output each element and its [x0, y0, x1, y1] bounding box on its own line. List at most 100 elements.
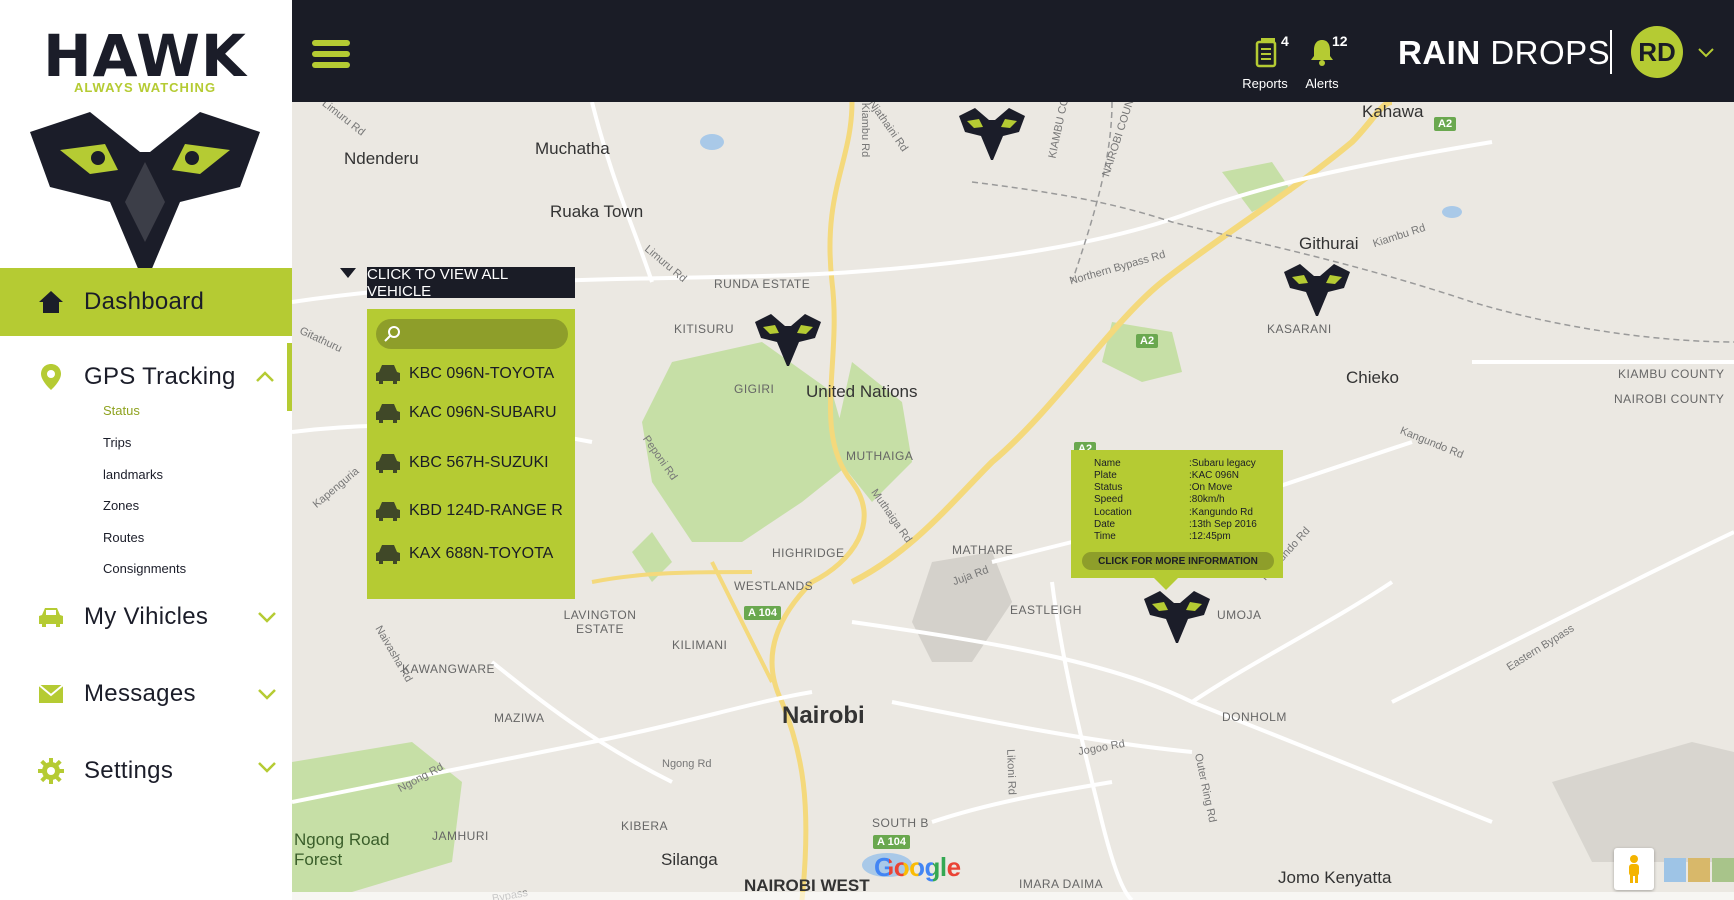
vehicle-list-item-label: KAX 688N-TOYOTA: [409, 545, 554, 562]
map-area-jamhuri: JAMHURI: [432, 829, 489, 843]
vehicle-list-item[interactable]: KBD 124D-RANGE R: [375, 496, 571, 526]
info-popup-pointer: [1154, 578, 1178, 590]
vehicle-list-item-label: KBC 096N-TOYOTA: [409, 365, 555, 382]
nav-messages[interactable]: Messages: [0, 669, 292, 719]
chevron-down-icon[interactable]: [256, 683, 278, 705]
road-shield: A 104: [744, 606, 781, 620]
hamburger-line: [312, 40, 350, 46]
reports-label: Reports: [1242, 76, 1288, 91]
info-value: :80km/h: [1189, 494, 1225, 505]
info-value: :On Move: [1189, 482, 1233, 493]
map-area-kibera: KIBERA: [621, 819, 669, 833]
map-attribution-bar: [292, 892, 1734, 900]
map-road-kiambu: Kiambu Rd: [859, 102, 872, 158]
vehicle-list-item-label: KBC 567H-SUZUKI: [409, 454, 549, 471]
map-label-chieko: Chieko: [1346, 368, 1399, 387]
nav-dashboard[interactable]: Dashboard: [0, 268, 292, 336]
map-type-toggle-icon[interactable]: [1664, 856, 1734, 884]
vehicle-list-item[interactable]: KAX 688N-TOYOTA: [375, 539, 571, 569]
reports-count-badge: 4: [1281, 33, 1289, 49]
nav-settings[interactable]: Settings: [0, 746, 292, 796]
app-root: HAWK ALWAYS WATCHING Dashboard GPS Track…: [0, 0, 1734, 900]
map-area-maziwa: MAZIWA: [494, 711, 545, 725]
road-shield: A 104: [873, 835, 910, 849]
map-label-silanga: Silanga: [661, 850, 718, 869]
vehicle-list-item-label: KAC 096N-SUBARU: [409, 404, 557, 421]
nav-my-vehicles[interactable]: My Vihicles: [0, 592, 292, 642]
hawk-logo[interactable]: HAWK ALWAYS WATCHING: [30, 22, 260, 278]
vehicle-list-item[interactable]: KAC 096N-SUBARU: [375, 398, 571, 428]
vehicle-list-item-label: KBD 124D-RANGE R: [409, 502, 563, 519]
map-view[interactable]: Ndenderu Muchatha Ruaka Town Kahawa Gith…: [292, 102, 1734, 900]
info-value: :13th Sep 2016: [1189, 519, 1257, 530]
vehicle-marker-icon[interactable]: [1142, 585, 1212, 643]
map-area-gigiri: GIGIRI: [734, 382, 775, 396]
car-icon: [376, 502, 400, 521]
map-label-ndenderu: Ndenderu: [344, 149, 419, 168]
vehicle-marker-icon[interactable]: [753, 308, 823, 366]
nav-sub-status[interactable]: Status: [103, 403, 140, 418]
search-icon: [384, 326, 400, 342]
info-key: Speed: [1094, 494, 1123, 505]
map-area-donholm: DONHOLM: [1222, 710, 1287, 724]
map-area-umoja: UMOJA: [1217, 608, 1262, 622]
map-label-nairobi: Nairobi: [782, 702, 865, 729]
map-area-kitisuru: KITISURU: [674, 322, 735, 336]
nav-sub-landmarks[interactable]: landmarks: [103, 467, 163, 482]
map-area-nairobi-county: NAIROBI COUNTY: [1614, 392, 1725, 406]
nav-dashboard-label: Dashboard: [84, 288, 205, 315]
google-logo: Google: [874, 852, 961, 883]
reports-icon: [1255, 38, 1277, 68]
envelope-icon: [38, 681, 64, 707]
vehicle-marker-icon[interactable]: [957, 102, 1027, 160]
hawk-head-icon: [30, 112, 260, 278]
nav-sub-trips[interactable]: Trips: [103, 435, 131, 450]
map-pin-icon: [38, 364, 64, 390]
map-label-githurai: Githurai: [1299, 234, 1359, 253]
info-key: Date: [1094, 519, 1116, 530]
gear-icon: [38, 758, 64, 784]
more-info-button[interactable]: CLICK FOR MORE INFORMATION: [1082, 552, 1274, 570]
caret-down-icon[interactable]: [340, 268, 356, 280]
topbar-divider: [1610, 30, 1612, 74]
map-label-kahawa: Kahawa: [1362, 102, 1424, 121]
reports-button[interactable]: 4 Reports: [1235, 30, 1295, 92]
info-key: Time: [1094, 531, 1116, 542]
info-key: Name: [1094, 458, 1121, 469]
map-area-kasarani: KASARANI: [1267, 322, 1332, 336]
view-all-vehicles-button[interactable]: CLICK TO VIEW ALL VEHICLE: [367, 266, 575, 300]
vehicle-list-item[interactable]: KBC 096N-TOYOTA: [375, 359, 571, 389]
car-icon: [376, 545, 400, 564]
map-label-ngong-forest: Ngong Road Forest: [294, 830, 390, 869]
vehicle-marker-icon[interactable]: [1282, 258, 1352, 316]
map-label-ruaka: Ruaka Town: [550, 202, 644, 221]
vehicle-info-popup: Name:Subaru legacy Plate:KAC 096N Status…: [1071, 450, 1283, 578]
home-icon: [38, 289, 64, 315]
logo-wordmark: HAWK: [43, 22, 247, 90]
alerts-button[interactable]: 12 Alerts: [1292, 30, 1352, 92]
map-area-kawangware: KAWANGWARE: [402, 662, 496, 676]
user-avatar[interactable]: RD: [1631, 26, 1683, 78]
chevron-down-icon[interactable]: [1696, 42, 1716, 62]
map-road-ngong-1: Ngong Rd: [662, 758, 712, 770]
topbar: 4 Reports 12 Alerts RAIN DROPS RD: [292, 0, 1734, 102]
nav-gps-tracking[interactable]: GPS Tracking: [0, 352, 292, 402]
chevron-down-icon[interactable]: [256, 606, 278, 628]
car-icon: [376, 404, 400, 423]
sidebar: HAWK ALWAYS WATCHING Dashboard GPS Track…: [0, 0, 292, 900]
map-label-united-nations: United Nations: [806, 382, 918, 401]
nav-sub-consignments[interactable]: Consignments: [103, 561, 186, 576]
nav-sub-routes[interactable]: Routes: [103, 530, 144, 545]
map-area-highridge: HIGHRIDGE: [772, 546, 845, 560]
vehicle-list-item[interactable]: KBC 567H-SUZUKI: [375, 448, 571, 478]
nav-sub-zones[interactable]: Zones: [103, 498, 139, 513]
chevron-up-icon[interactable]: [254, 366, 276, 388]
info-value: :KAC 096N: [1189, 470, 1240, 481]
vehicle-search-input[interactable]: [404, 319, 564, 349]
chevron-down-icon[interactable]: [256, 756, 278, 778]
menu-toggle-button[interactable]: [312, 40, 350, 70]
map-area-kilimani: KILIMANI: [672, 638, 728, 652]
street-view-pegman-button[interactable]: [1614, 848, 1654, 890]
nav-settings-label: Settings: [84, 757, 174, 784]
map-area-runda: RUNDA ESTATE: [714, 277, 811, 291]
